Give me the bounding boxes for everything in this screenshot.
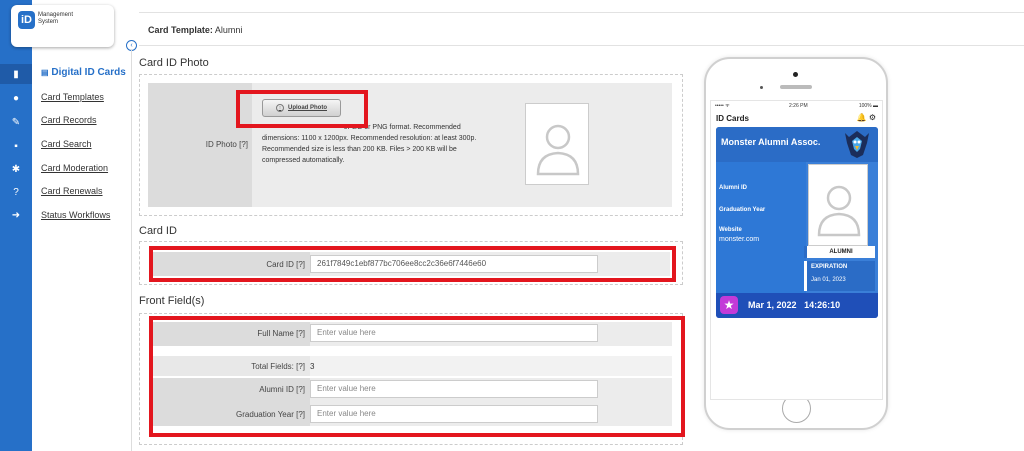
photo-placeholder <box>525 103 589 185</box>
card-grad-label: Graduation Year <box>719 207 766 213</box>
nav-card-search[interactable]: Card Search <box>41 139 92 149</box>
logo-mark: iD <box>18 11 35 29</box>
card-alumni-id-label: Alumni ID <box>719 185 747 191</box>
card-expiration: EXPIRATION Jan 01, 2023 <box>804 261 875 291</box>
highlight-front-fields <box>149 316 685 437</box>
id-card-icon[interactable]: ▮ <box>0 64 32 84</box>
nav-card-records[interactable]: Card Records <box>41 115 97 125</box>
icon-rail: ▮ ● ✎ ▪ ✱ ? ➜ <box>0 0 32 451</box>
nav-card-moderation[interactable]: Card Moderation <box>41 163 108 173</box>
nav-heading[interactable]: ▤ Digital ID Cards <box>41 67 126 78</box>
app-logo[interactable]: iD Management System <box>11 5 114 47</box>
card-website-value: monster.com <box>719 236 760 243</box>
gear-icon[interactable]: ✱ <box>0 159 32 179</box>
card-badge: ALUMNI <box>804 246 875 258</box>
template-header: Card Template: Alumni <box>139 12 1024 46</box>
nav-card-renewals[interactable]: Card Renewals <box>41 186 103 196</box>
tools-icon[interactable]: ✎ <box>0 112 32 132</box>
id-card-preview: Monster Alumni Assoc. Alumni ID Graduati… <box>716 127 878 318</box>
eagle-mascot-icon <box>845 131 869 158</box>
user-silhouette-icon <box>536 124 580 176</box>
card-website-label: Website <box>719 227 742 233</box>
bell-gear-icons[interactable]: 🔔 ⚙ <box>857 113 876 122</box>
document-icon[interactable]: ▪ <box>0 136 32 156</box>
logout-icon[interactable]: ➜ <box>0 205 32 225</box>
chat-icon[interactable]: ● <box>0 88 32 108</box>
user-silhouette-icon <box>817 185 861 237</box>
highlight-upload <box>236 90 368 128</box>
app-title: ID Cards <box>716 114 749 123</box>
speaker <box>780 85 812 89</box>
help-icon[interactable]: ? <box>0 182 32 202</box>
status-bar: ••••• ᯤ 2:26 PM 100% ▬ <box>715 103 878 109</box>
nav-card-templates[interactable]: Card Templates <box>41 92 104 102</box>
card-org-name: Monster Alumni Assoc. <box>721 137 821 147</box>
id-card-small-icon: ▤ <box>41 68 49 77</box>
front-section-title: Front Field(s) <box>139 295 205 307</box>
nav-status-workflows[interactable]: Status Workflows <box>41 210 110 220</box>
card-datetime: Mar 1, 2022 14:26:10 <box>748 300 841 310</box>
card-photo <box>808 164 868 246</box>
divider <box>131 49 132 451</box>
photo-help-text: JPEG or PNG format. Recommended dimensio… <box>262 124 477 164</box>
logo-text: Management System <box>38 12 74 25</box>
id-photo-label: ID Photo [?] <box>205 140 248 149</box>
star-icon: ★ <box>720 296 738 314</box>
highlight-card-id <box>149 246 676 282</box>
camera-dot <box>793 72 798 77</box>
cardid-section-title: Card ID <box>139 225 177 237</box>
photo-section-title: Card ID Photo <box>139 57 209 69</box>
